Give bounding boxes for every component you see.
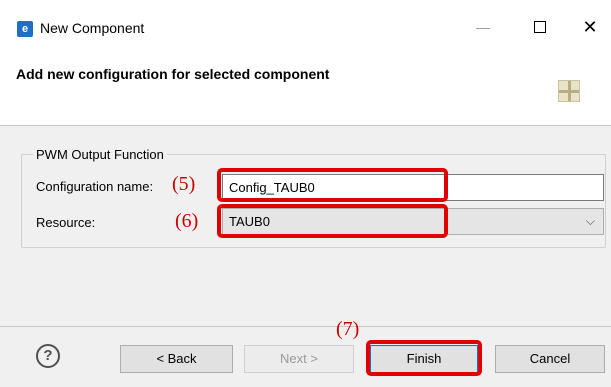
banner-title: Add new configuration for selected compo… [16,66,330,82]
resource-label: Resource: [36,215,96,230]
close-button[interactable]: ✕ [573,14,607,40]
wizard-banner [0,44,611,124]
highlight-resource [217,204,448,238]
app-icon: e [17,21,33,37]
maximize-button[interactable] [523,14,557,40]
maximize-icon [534,21,546,33]
configuration-name-label: Configuration name: [36,179,154,194]
minimize-button[interactable]: — [466,14,500,40]
window-title: New Component [40,20,145,36]
component-wizard-icon [558,80,580,102]
step-marker-7: (7) [336,318,360,340]
cancel-button[interactable]: Cancel [495,345,605,373]
back-button[interactable]: < Back [120,345,233,373]
step-marker-5: (5) [172,173,196,195]
title-bar: e New Component — ✕ [0,0,611,44]
next-button[interactable]: Next > [244,345,354,373]
group-legend: PWM Output Function [33,147,167,162]
step-marker-6: (6) [175,210,199,232]
highlight-finish [366,340,482,376]
help-icon[interactable]: ? [36,344,60,368]
chevron-down-icon[interactable]: ⌵ [586,209,595,234]
highlight-config-name [217,168,448,202]
